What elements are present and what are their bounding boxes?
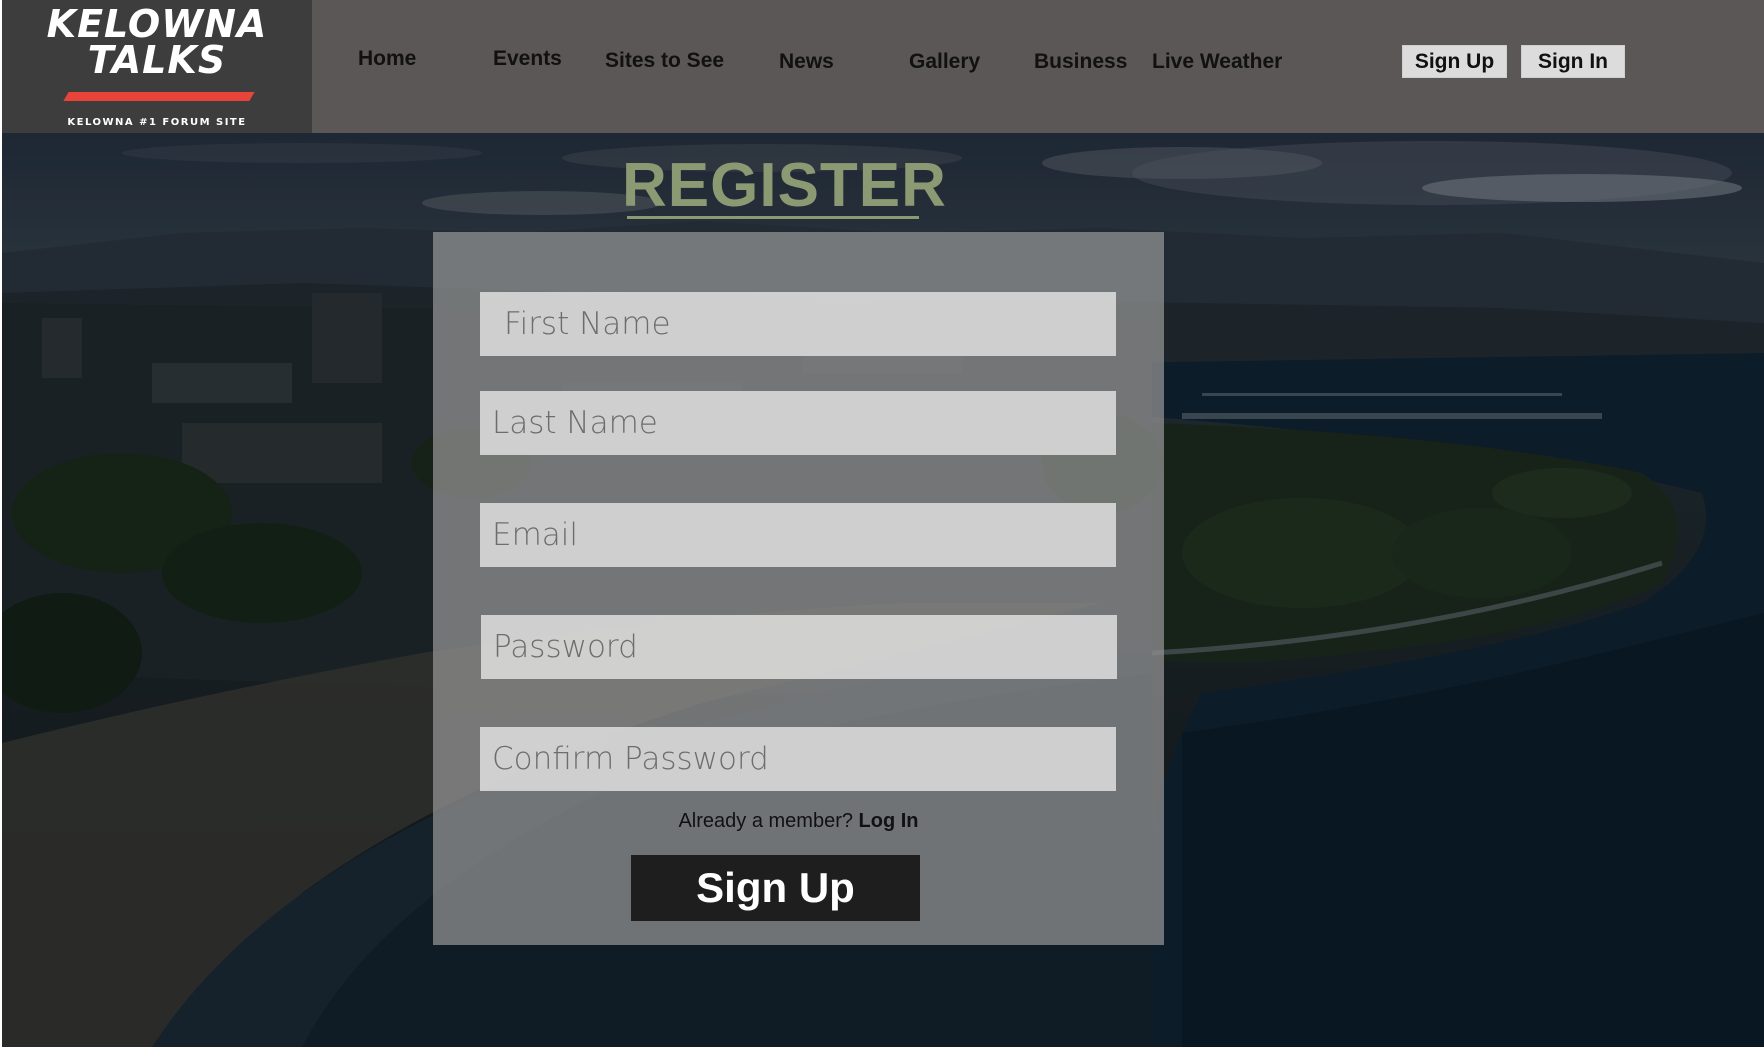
- nav-item-business[interactable]: Business: [1034, 50, 1127, 74]
- logo-accent-stripe: [63, 92, 255, 101]
- header-signin-button[interactable]: Sign In: [1521, 45, 1625, 78]
- email-input[interactable]: [480, 503, 1116, 567]
- last-name-input[interactable]: [480, 391, 1116, 455]
- nav-item-events[interactable]: Events: [493, 47, 562, 71]
- nav-item-news[interactable]: News: [779, 50, 834, 74]
- confirm-password-input[interactable]: [480, 727, 1116, 791]
- nav-item-live-weather[interactable]: Live Weather: [1152, 50, 1282, 74]
- login-link[interactable]: Log In: [859, 810, 919, 832]
- nav-item-sites-to-see[interactable]: Sites to See: [605, 49, 724, 73]
- nav-item-gallery[interactable]: Gallery: [909, 50, 980, 74]
- header-signup-button[interactable]: Sign Up: [1402, 45, 1507, 78]
- site-logo[interactable]: KELOWNA TALKS KELOWNA #1 FORUM SITE: [2, 0, 312, 134]
- register-heading-underline: [627, 216, 919, 219]
- already-member-text: Already a member?: [678, 810, 853, 832]
- nav-item-home[interactable]: Home: [358, 47, 416, 71]
- already-member-line: Already a member? Log In: [433, 810, 1164, 833]
- register-heading: REGISTER: [622, 151, 947, 220]
- first-name-input[interactable]: [480, 292, 1116, 356]
- logo-text-line-2: TALKS: [87, 38, 227, 82]
- submit-signup-button[interactable]: Sign Up: [631, 855, 920, 921]
- logo-tagline: KELOWNA #1 FORUM SITE: [67, 117, 247, 128]
- password-input[interactable]: [481, 615, 1117, 679]
